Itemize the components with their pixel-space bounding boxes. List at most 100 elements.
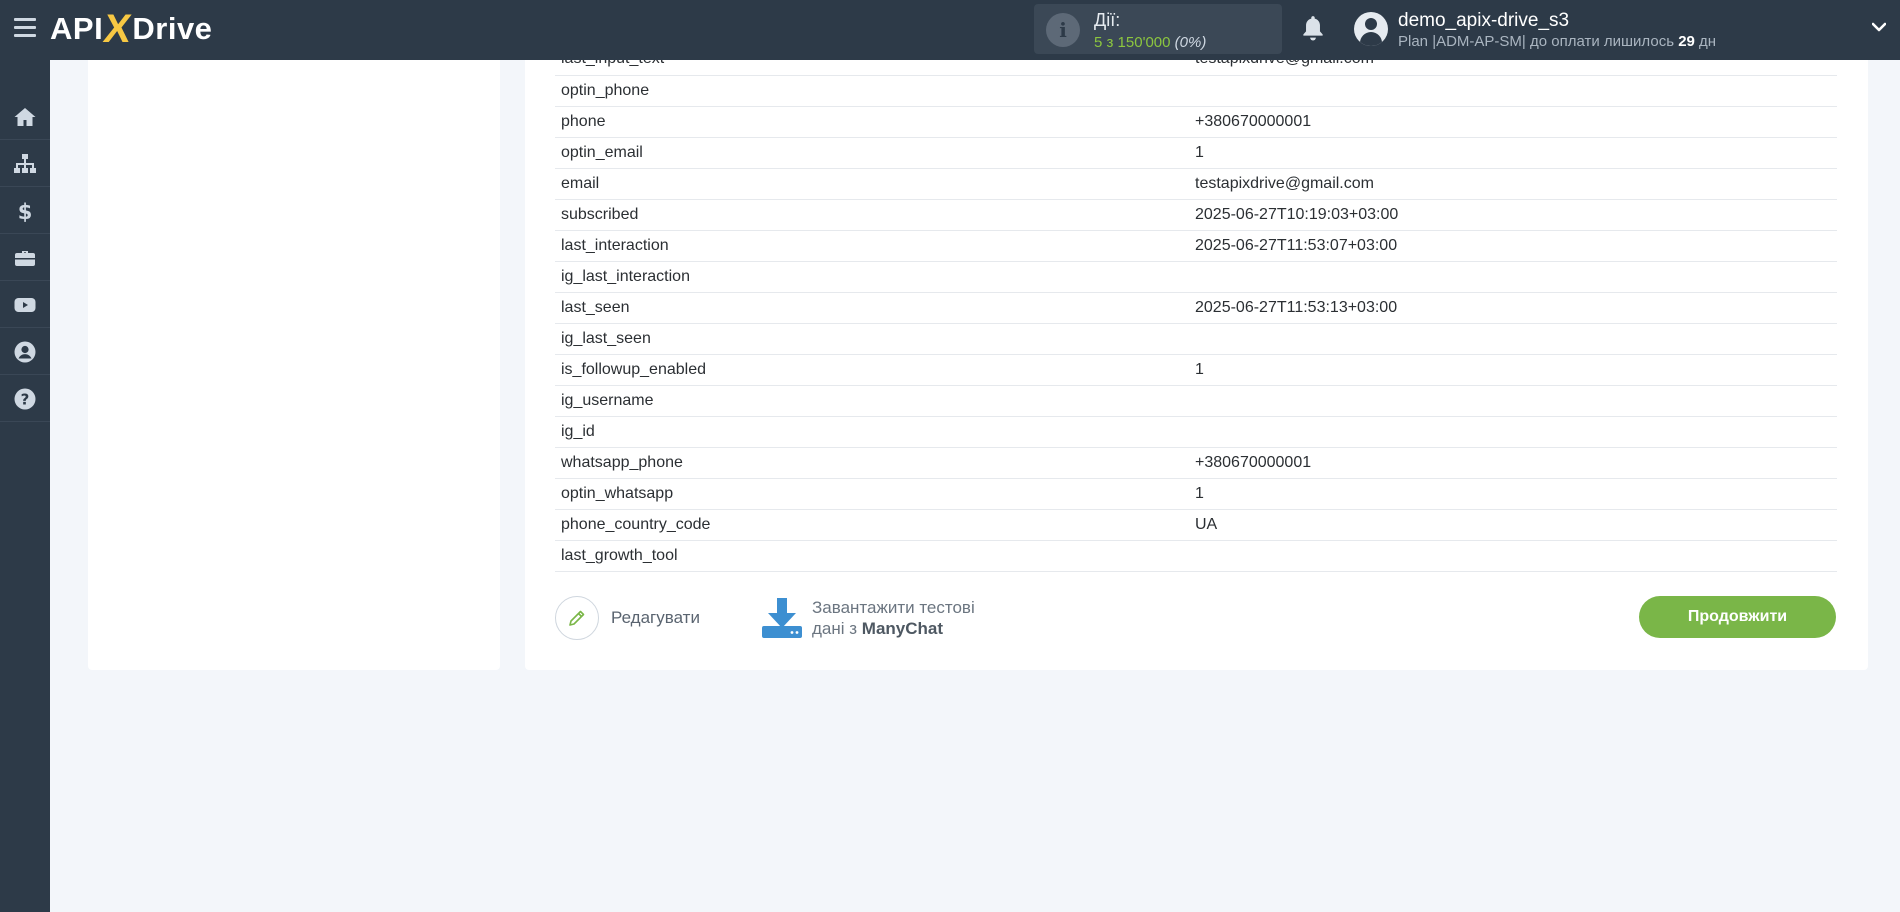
table-row: whatsapp_phone +380670000001 [555, 447, 1837, 479]
field-value [1195, 75, 1837, 107]
table-row: ig_username [555, 385, 1837, 417]
load-service-name: ManyChat [861, 619, 944, 638]
field-key: email [555, 168, 1195, 200]
user-circle-icon [14, 341, 36, 362]
actions-count-value: 5 з 150'000 [1094, 34, 1171, 51]
field-key: optin_email [555, 137, 1195, 169]
field-value [1195, 416, 1837, 448]
sidebar: $ ? [0, 60, 50, 912]
load-test-data-button[interactable]: Завантажити тестові дані з ManyChat [760, 596, 975, 640]
field-key: ig_last_interaction [555, 261, 1195, 293]
table-row: last_seen 2025-06-27T11:53:13+03:00 [555, 292, 1837, 324]
pencil-icon [555, 596, 599, 640]
field-key: is_followup_enabled [555, 354, 1195, 386]
sidebar-item-account[interactable] [0, 329, 50, 375]
field-key: last_seen [555, 292, 1195, 324]
field-key: phone [555, 106, 1195, 138]
field-value: +380670000001 [1195, 106, 1837, 138]
load-line-1: Завантажити тестові [812, 598, 975, 617]
table-row: last_interaction 2025-06-27T11:53:07+03:0… [555, 230, 1837, 262]
logo-x: X [101, 6, 135, 51]
sidebar-item-billing[interactable]: $ [0, 188, 50, 234]
bell-icon[interactable] [1300, 14, 1326, 44]
plan-prefix: Plan |ADM-AP-SM| до оплати лишилось [1398, 33, 1679, 50]
table-row: email testapixdrive@gmail.com [555, 168, 1837, 200]
table-row: is_followup_enabled 1 [555, 354, 1837, 386]
actions-percent: (0%) [1174, 34, 1207, 51]
field-value: 1 [1195, 137, 1837, 169]
table-row: last_input_texttestapixdrive@gmail.com [555, 60, 1837, 76]
table-row: ig_id [555, 416, 1837, 448]
avatar[interactable] [1354, 12, 1388, 46]
table-row: subscribed 2025-06-27T10:19:03+03:00 [555, 199, 1837, 231]
sitemap-icon [14, 153, 36, 173]
sidebar-item-connections[interactable] [0, 141, 50, 187]
table-row: last_growth_tool [555, 540, 1837, 572]
field-key: subscribed [555, 199, 1195, 231]
logo-text-right: Drive [132, 11, 213, 46]
menu-icon[interactable] [14, 18, 36, 37]
sidebar-item-video[interactable] [0, 282, 50, 328]
sidebar-item-services[interactable] [0, 235, 50, 281]
table-row: optin_whatsapp 1 [555, 478, 1837, 510]
youtube-icon [14, 297, 36, 312]
field-key: optin_whatsapp [555, 478, 1195, 510]
field-value: testapixdrive@gmail.com [1195, 60, 1837, 76]
data-preview-panel: last_input_texttestapixdrive@gmail.comop… [525, 60, 1868, 670]
field-value: UA [1195, 509, 1837, 541]
table-row: ig_last_seen [555, 323, 1837, 355]
field-value [1195, 261, 1837, 293]
user-name[interactable]: demo_apix-drive_s3 [1398, 10, 1569, 32]
user-plan: Plan |ADM-AP-SM| до оплати лишилось 29 д… [1398, 33, 1716, 50]
top-bar: API X Drive i Дії: 5 з 150'000 (0%) demo_a… [0, 0, 1900, 60]
fields-table: last_input_texttestapixdrive@gmail.comop… [555, 60, 1837, 572]
actions-label: Дії: [1094, 10, 1121, 30]
field-value [1195, 323, 1837, 355]
info-icon: i [1046, 13, 1080, 47]
load-test-data-label: Завантажити тестові дані з ManyChat [812, 597, 975, 639]
field-key: optin_phone [555, 75, 1195, 107]
actions-count: 5 з 150'000 (0%) [1094, 34, 1206, 51]
home-icon [14, 107, 36, 126]
table-row: ig_last_interaction [555, 261, 1837, 293]
chevron-down-icon[interactable] [1872, 20, 1886, 34]
table-row: phone_country_code UA [555, 509, 1837, 541]
edit-button-label: Редагувати [611, 608, 700, 627]
field-value [1195, 540, 1837, 572]
field-key: last_input_text [555, 60, 1195, 76]
field-key: ig_last_seen [555, 323, 1195, 355]
dollar-icon: $ [18, 200, 33, 223]
table-row: optin_email 1 [555, 137, 1837, 169]
field-key: last_growth_tool [555, 540, 1195, 572]
svg-text:$: $ [18, 200, 33, 223]
field-key: ig_id [555, 416, 1195, 448]
field-value: 1 [1195, 354, 1837, 386]
load-line-2-prefix: дані з [812, 619, 862, 638]
plan-days: 29 [1678, 33, 1695, 50]
edit-button[interactable]: Редагувати [555, 596, 700, 640]
left-panel [88, 60, 500, 670]
field-value: 2025-06-27T11:53:07+03:00 [1195, 230, 1837, 262]
actions-counter[interactable]: i Дії: 5 з 150'000 (0%) [1034, 4, 1282, 54]
field-value: +380670000001 [1195, 447, 1837, 479]
table-row: phone +380670000001 [555, 106, 1837, 138]
table-row: optin_phone [555, 75, 1837, 107]
plan-days-suffix: дн [1694, 33, 1717, 50]
field-key: whatsapp_phone [555, 447, 1195, 479]
field-key: phone_country_code [555, 509, 1195, 541]
question-icon: ? [14, 388, 36, 409]
field-key: ig_username [555, 385, 1195, 417]
logo-text-left: API [50, 11, 104, 46]
svg-text:?: ? [21, 390, 30, 408]
field-value: 1 [1195, 478, 1837, 510]
logo[interactable]: API X Drive [50, 6, 213, 51]
briefcase-icon [15, 250, 35, 266]
field-value [1195, 385, 1837, 417]
continue-button[interactable]: Продовжити [1639, 596, 1836, 638]
download-icon [762, 598, 802, 638]
field-value: 2025-06-27T10:19:03+03:00 [1195, 199, 1837, 231]
field-value: testapixdrive@gmail.com [1195, 168, 1837, 200]
field-value: 2025-06-27T11:53:13+03:00 [1195, 292, 1837, 324]
sidebar-item-help[interactable]: ? [0, 376, 50, 422]
sidebar-item-home[interactable] [0, 94, 50, 140]
